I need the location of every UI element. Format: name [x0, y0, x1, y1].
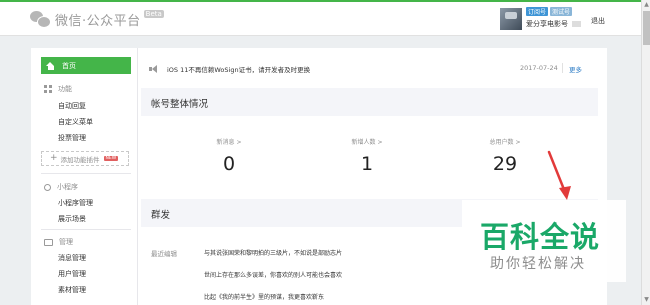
mini-program-icon — [44, 183, 51, 191]
stat-new-followers[interactable]: 新增人数 > 1 — [317, 137, 417, 175]
manage-icon — [44, 238, 53, 246]
sidebar-group-features: 功能 — [44, 84, 72, 94]
overview-title: 帐号整体情况 — [151, 99, 209, 110]
plus-icon: + — [50, 153, 58, 163]
notice-divider — [562, 63, 563, 73]
home-icon — [46, 61, 55, 70]
sidebar-item-messages[interactable]: 消息管理 — [58, 253, 86, 263]
sidebar-group-label: 功能 — [58, 85, 72, 93]
sidebar-item-display-scene[interactable]: 展示场景 — [58, 214, 86, 224]
notice-date: 2017-07-24 — [520, 64, 558, 72]
overview-header: 帐号整体情况 — [141, 88, 598, 116]
speaker-icon — [149, 65, 158, 73]
scrollbar-thumb[interactable] — [643, 11, 650, 45]
sidebar-group-label: 小程序 — [57, 183, 78, 191]
new-badge: NEW — [103, 156, 119, 161]
user-name[interactable]: 爱分享电影号 — [526, 19, 581, 29]
grid-icon — [44, 85, 52, 93]
chevron-right-icon: > — [515, 139, 521, 146]
notice-text[interactable]: iOS 11不再信赖WoSign证书，请开发者及时更换 — [167, 64, 310, 74]
chevron-right-icon: > — [377, 139, 383, 146]
sidebar-item-auto-reply[interactable]: 自动回复 — [58, 101, 86, 111]
stat-value: 1 — [360, 153, 374, 175]
list-item[interactable]: 与其说张国荣和黎明拍的三级片，不如说是部励志片 — [204, 248, 342, 257]
dropdown-icon[interactable] — [572, 21, 581, 27]
sidebar-item-vote[interactable]: 投票管理 — [58, 133, 86, 143]
stat-new-messages[interactable]: 新消息 > 0 — [179, 137, 279, 175]
beta-badge: Beta — [143, 10, 164, 18]
list-item[interactable]: 比起《我的前半生》里的预谋，我更喜欢靳东 — [204, 292, 324, 301]
sidebar-group-manage: 管理 — [44, 237, 73, 247]
list-item[interactable]: 世间上存在那么多误差，你喜欢的别人可能也会喜欢 — [204, 270, 342, 279]
sidebar-item-mini-program-manage[interactable]: 小程序管理 — [58, 198, 93, 208]
stat-label: 新消息 > — [216, 139, 242, 146]
sidebar-group-mini-program: 小程序 — [44, 182, 78, 192]
mass-send-title: 群发 — [151, 210, 171, 221]
logout-link[interactable]: 退出 — [591, 16, 605, 26]
account-type-tag: 订阅号 — [526, 7, 549, 16]
sidebar-item-materials[interactable]: 素材管理 — [58, 285, 86, 295]
sidebar-item-home[interactable]: 首页 — [41, 57, 131, 74]
account-status-tag: 测试号 — [550, 7, 573, 16]
watermark-title: 百科全说 — [480, 220, 601, 254]
page-scrollbar[interactable]: ▲ ▼ — [641, 0, 650, 305]
avatar[interactable] — [500, 8, 522, 30]
notice-more-link[interactable]: 更多 — [569, 64, 582, 74]
stat-label: 总用户数 > — [489, 139, 521, 146]
stat-value: 29 — [492, 153, 518, 175]
add-plugin-label: 添加功能插件 — [60, 155, 100, 164]
stat-value: 0 — [222, 153, 236, 175]
sidebar-group-label: 管理 — [59, 238, 73, 246]
stat-total-users[interactable]: 总用户数 > 29 — [455, 137, 555, 175]
scroll-down-icon[interactable]: ▼ — [643, 296, 650, 304]
watermark: 百科全说 助你轻松解决 — [462, 200, 626, 282]
user-tags: 订阅号 测试号 — [526, 7, 574, 16]
recent-edit-label: 最近编辑 — [151, 250, 177, 258]
sidebar-item-custom-menu[interactable]: 自定义菜单 — [58, 117, 93, 127]
user-name-text: 爱分享电影号 — [526, 20, 568, 28]
add-plugin-button[interactable]: + 添加功能插件 NEW — [41, 151, 129, 166]
watermark-subtitle: 助你轻松解决 — [490, 256, 586, 272]
stat-label: 新增人数 > — [351, 139, 383, 146]
notice-bar: iOS 11不再信赖WoSign证书，请开发者及时更换 2017-07-24 更… — [141, 58, 599, 80]
sidebar-divider — [41, 229, 131, 230]
header-bar: 微信·公众平台 Beta 订阅号 测试号 爱分享电影号 退出 — [0, 2, 641, 36]
logo[interactable]: 微信·公众平台 Beta — [30, 10, 164, 29]
sidebar: 首页 功能 自动回复 自定义菜单 投票管理 + 添加功能插件 NEW 小程序 小… — [31, 48, 138, 305]
sidebar-item-users[interactable]: 用户管理 — [58, 269, 86, 279]
logo-text: 微信·公众平台 — [55, 13, 141, 29]
scroll-up-icon[interactable]: ▲ — [643, 1, 650, 9]
sidebar-divider — [41, 173, 131, 174]
sidebar-item-label: 首页 — [62, 61, 76, 70]
chevron-right-icon: > — [236, 139, 242, 146]
red-arrow-annotation — [547, 150, 571, 200]
wechat-logo-icon — [30, 11, 51, 28]
